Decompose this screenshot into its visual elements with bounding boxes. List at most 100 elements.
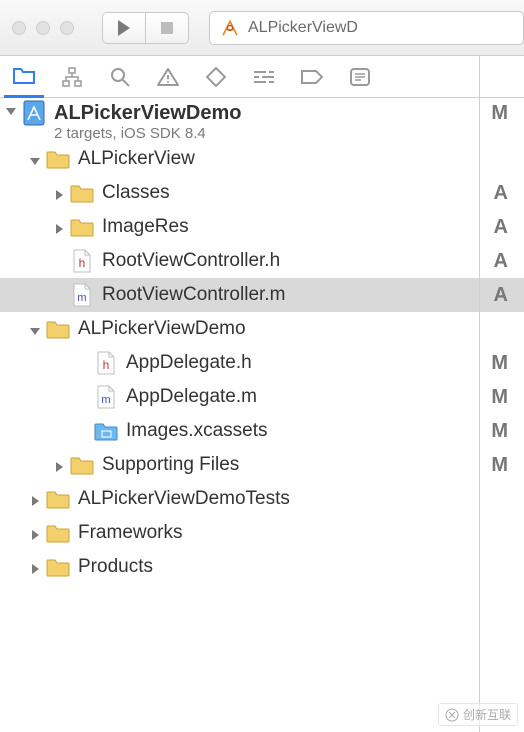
- folder-icon: [46, 556, 70, 578]
- scm-status: A: [494, 216, 508, 239]
- disclosure-triangle[interactable]: [52, 186, 66, 200]
- test-navigator-tab[interactable]: [196, 57, 236, 97]
- folder-icon: [46, 488, 70, 510]
- log-icon: [350, 68, 370, 86]
- tree-row[interactable]: Classes A: [0, 176, 524, 210]
- window-toolbar: ALPickerViewD: [0, 0, 524, 56]
- tree-item-label: ALPickerViewDemo: [78, 318, 246, 340]
- tree-row[interactable]: ImageRes A: [0, 210, 524, 244]
- scm-status: M: [491, 352, 508, 375]
- project-subtitle: 2 targets, iOS SDK 8.4: [54, 125, 242, 142]
- stop-button[interactable]: [145, 12, 189, 44]
- scm-status: M: [491, 386, 508, 409]
- minimize-window-button[interactable]: [36, 21, 50, 35]
- stop-icon: [160, 21, 174, 35]
- run-button[interactable]: [102, 12, 145, 44]
- tree-item-label: Frameworks: [78, 522, 183, 544]
- gauge-icon: [253, 69, 275, 85]
- tree-row[interactable]: ALPickerViewDemoTests: [0, 482, 524, 516]
- tree-row[interactable]: Products: [0, 550, 524, 584]
- diamond-icon: [206, 67, 226, 87]
- issue-navigator-tab[interactable]: [148, 57, 188, 97]
- hierarchy-icon: [61, 67, 83, 87]
- watermark-icon: [445, 708, 459, 722]
- disclosure-triangle: [52, 254, 66, 268]
- scm-status: M: [491, 454, 508, 477]
- tree-item-label: RootViewController.h: [102, 250, 280, 272]
- run-stop-group: [102, 12, 189, 44]
- warning-icon: [157, 67, 179, 87]
- disclosure-triangle[interactable]: [52, 458, 66, 472]
- scm-status: A: [494, 284, 508, 307]
- header-file-icon: [70, 250, 94, 272]
- disclosure-triangle: [76, 424, 90, 438]
- folder-icon: [13, 66, 35, 84]
- tree-row[interactable]: Frameworks: [0, 516, 524, 550]
- disclosure-triangle: [76, 390, 90, 404]
- tree-row[interactable]: Supporting Files M: [0, 448, 524, 482]
- folder-icon: [46, 148, 70, 170]
- tree-row[interactable]: Images.xcassetsM: [0, 414, 524, 448]
- tree-item-label: ALPickerViewDemoTests: [78, 488, 290, 510]
- play-icon: [117, 20, 131, 36]
- watermark-text: 创新互联: [463, 706, 511, 723]
- tree-item-label: ImageRes: [102, 216, 189, 238]
- tree-row[interactable]: ALPickerViewDemo: [0, 312, 524, 346]
- tree-item-label: Images.xcassets: [126, 420, 268, 442]
- disclosure-triangle[interactable]: [4, 102, 18, 116]
- watermark: 创新互联: [438, 703, 518, 726]
- disclosure-triangle[interactable]: [52, 220, 66, 234]
- find-navigator-tab[interactable]: [100, 57, 140, 97]
- symbol-navigator-tab[interactable]: [52, 57, 92, 97]
- debug-navigator-tab[interactable]: [244, 57, 284, 97]
- tree-item-label: ALPickerView: [78, 148, 195, 170]
- scheme-selector[interactable]: ALPickerViewD: [209, 11, 524, 45]
- disclosure-triangle[interactable]: [28, 322, 42, 336]
- tree-item-label: Classes: [102, 182, 170, 204]
- tree-row[interactable]: ALPickerView: [0, 142, 524, 176]
- disclosure-triangle[interactable]: [28, 152, 42, 166]
- project-name: ALPickerViewDemo: [54, 102, 242, 125]
- disclosure-triangle[interactable]: [28, 492, 42, 506]
- tree-item-label: AppDelegate.m: [126, 386, 257, 408]
- folder-icon: [70, 182, 94, 204]
- project-navigator-tab[interactable]: [4, 56, 44, 98]
- implementation-file-icon: [70, 284, 94, 306]
- folder-icon: [46, 318, 70, 340]
- disclosure-triangle: [76, 356, 90, 370]
- tree-row[interactable]: AppDelegate.m M: [0, 380, 524, 414]
- xcode-project-icon: [22, 102, 46, 124]
- traffic-lights: [12, 21, 74, 35]
- scm-status: A: [494, 182, 508, 205]
- tree-row[interactable]: AppDelegate.h M: [0, 346, 524, 380]
- scm-status: M: [491, 102, 508, 125]
- report-navigator-tab[interactable]: [340, 57, 380, 97]
- project-root-row[interactable]: ALPickerViewDemo 2 targets, iOS SDK 8.4 …: [0, 98, 524, 142]
- implementation-file-icon: [94, 386, 118, 408]
- tree-row[interactable]: RootViewController.m A: [0, 278, 524, 312]
- tree-item-label: AppDelegate.h: [126, 352, 252, 374]
- zoom-window-button[interactable]: [60, 21, 74, 35]
- folder-icon: [70, 454, 94, 476]
- tree-item-label: RootViewController.m: [102, 284, 285, 306]
- folder-icon: [70, 216, 94, 238]
- folder-icon: [46, 522, 70, 544]
- pane-divider[interactable]: [479, 56, 480, 732]
- tree-item-label: Products: [78, 556, 153, 578]
- disclosure-triangle[interactable]: [28, 526, 42, 540]
- breakpoint-navigator-tab[interactable]: [292, 57, 332, 97]
- close-window-button[interactable]: [12, 21, 26, 35]
- tree-row[interactable]: RootViewController.h A: [0, 244, 524, 278]
- app-icon: [220, 18, 240, 38]
- breakpoint-icon: [301, 69, 323, 85]
- scheme-title: ALPickerViewD: [248, 19, 358, 37]
- navigator-filter-bar: [0, 56, 524, 98]
- scm-status: A: [494, 250, 508, 273]
- header-file-icon: [94, 352, 118, 374]
- search-icon: [110, 67, 130, 87]
- disclosure-triangle[interactable]: [28, 560, 42, 574]
- assets-folder-icon: [94, 420, 118, 442]
- tree-item-label: Supporting Files: [102, 454, 239, 476]
- project-navigator: ALPickerViewDemo 2 targets, iOS SDK 8.4 …: [0, 98, 524, 732]
- disclosure-triangle: [52, 288, 66, 302]
